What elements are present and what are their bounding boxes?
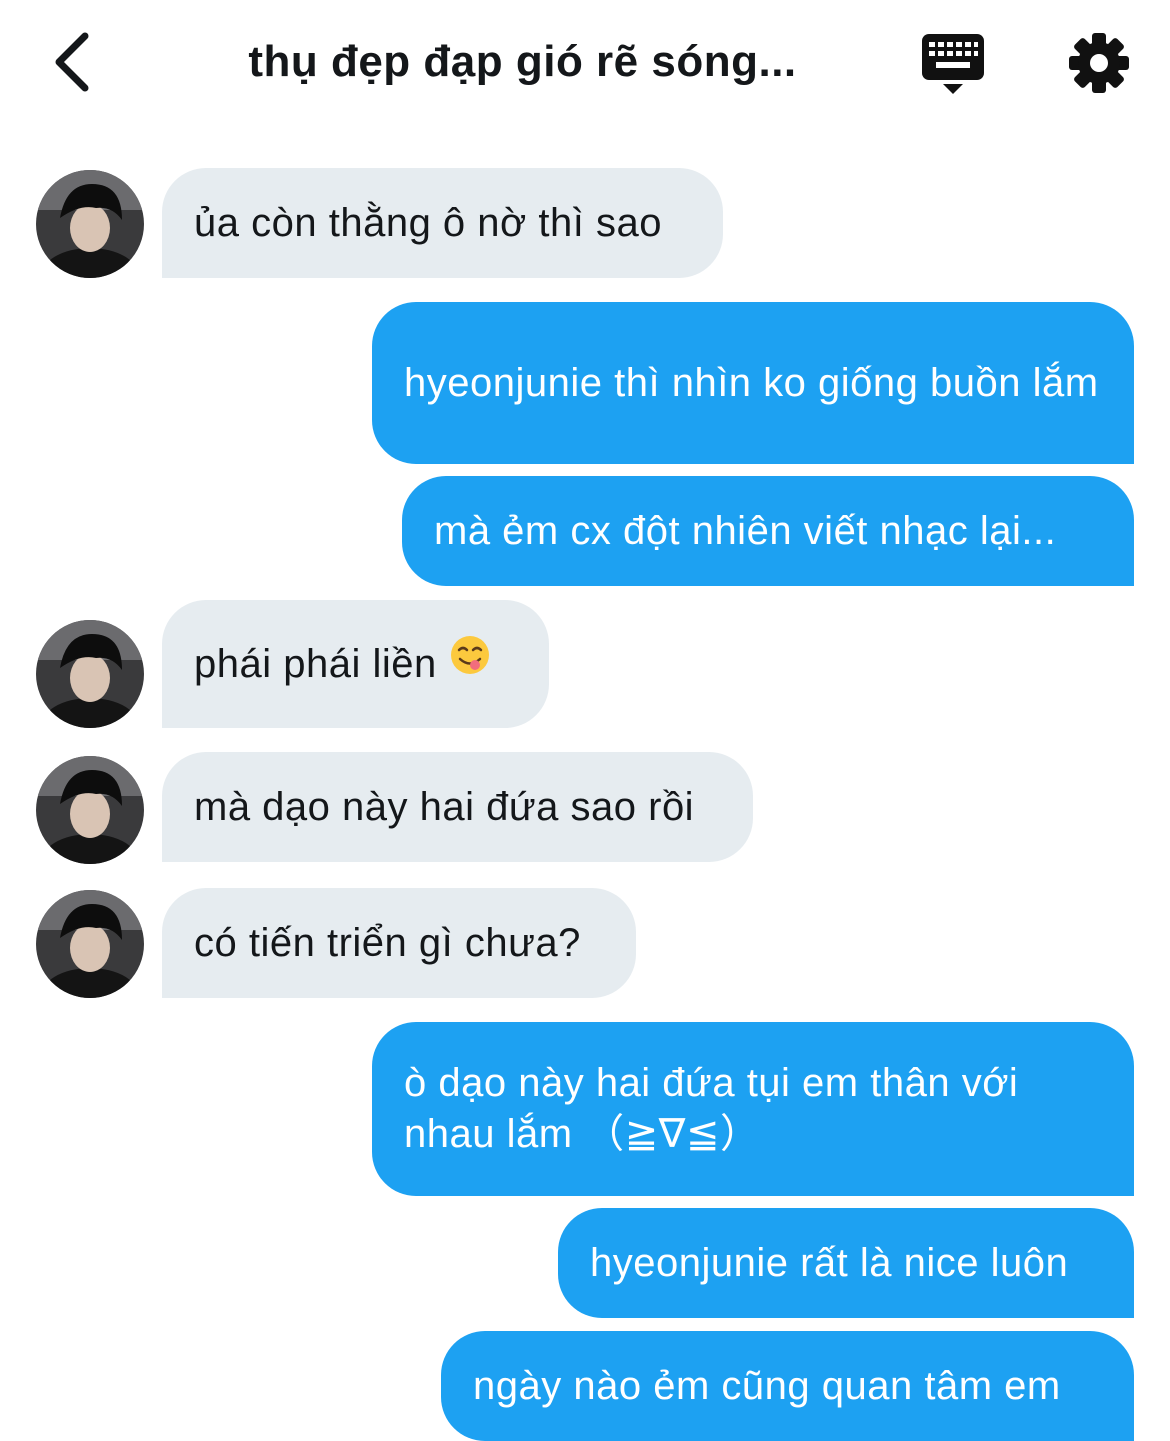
back-button[interactable] (36, 24, 106, 100)
avatar[interactable] (36, 620, 144, 728)
chevron-left-icon (55, 32, 89, 92)
message-text: ủa còn thằng ô nờ thì sao (194, 200, 662, 245)
message-text: hyeonjunie thì nhìn ko giống buồn lắm (404, 360, 1099, 405)
message-bubble-outgoing[interactable]: hyeonjunie thì nhìn ko giống buồn lắm (372, 302, 1134, 464)
avatar[interactable] (36, 890, 144, 998)
message-bubble-incoming[interactable]: có tiến triển gì chưa? (162, 888, 636, 998)
message-bubble-outgoing[interactable]: ngày nào ẻm cũng quan tâm em (441, 1331, 1134, 1441)
conversation-title[interactable]: thụ đẹp đạp gió rẽ sóng... (150, 30, 895, 94)
message-text: phái phái liền (194, 641, 437, 686)
face-savoring-food-emoji (449, 634, 491, 689)
message-bubble-incoming[interactable]: mà dạo này hai đứa sao rồi (162, 752, 753, 862)
gear-icon (1069, 33, 1129, 93)
message-text: có tiến triển gì chưa? (194, 920, 581, 965)
message-text: mà dạo này hai đứa sao rồi (194, 784, 695, 829)
keyboard-icon (922, 34, 984, 94)
message-text: mà ẻm cx đột nhiên viết nhạc lại... (434, 508, 1057, 553)
message-text: ngày nào ẻm cũng quan tâm em (473, 1363, 1061, 1408)
message-text: ò dạo này hai đứa tụi em thân với nhau l… (404, 1061, 1019, 1156)
keyboard-toggle-button[interactable] (916, 28, 992, 100)
message-bubble-outgoing[interactable]: mà ẻm cx đột nhiên viết nhạc lại... (402, 476, 1134, 586)
avatar[interactable] (36, 756, 144, 864)
avatar[interactable] (36, 170, 144, 278)
message-text: hyeonjunie rất là nice luôn (590, 1240, 1069, 1285)
message-bubble-incoming[interactable]: ủa còn thằng ô nờ thì sao (162, 168, 723, 278)
message-bubble-outgoing[interactable]: hyeonjunie rất là nice luôn (558, 1208, 1134, 1318)
conversation-header: thụ đẹp đạp gió rẽ sóng... (0, 0, 1170, 130)
message-bubble-incoming[interactable]: phái phái liền (162, 600, 549, 728)
settings-button[interactable] (1064, 28, 1134, 98)
message-bubble-outgoing[interactable]: ò dạo này hai đứa tụi em thân với nhau l… (372, 1022, 1134, 1196)
